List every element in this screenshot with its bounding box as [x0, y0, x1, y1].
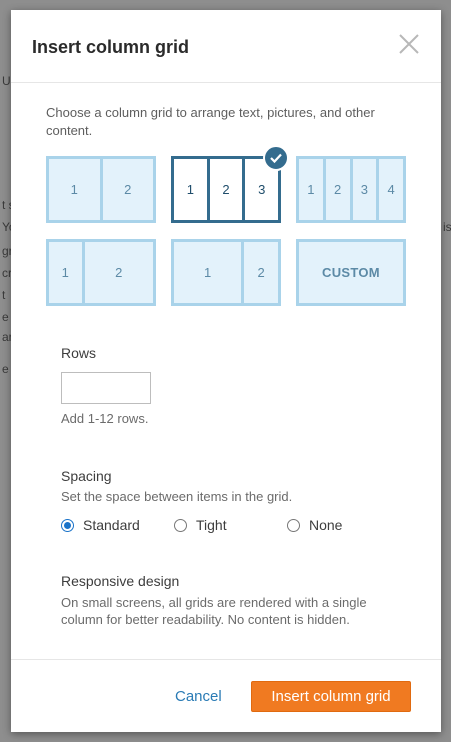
background-text: is [443, 220, 451, 234]
grid-option-custom[interactable]: CUSTOM [296, 239, 406, 306]
background-text: e [2, 362, 9, 376]
grid-option-2-columns[interactable]: 1 2 [46, 156, 156, 223]
rows-hint: Add 1-12 rows. [61, 411, 149, 426]
spacing-none-radio[interactable]: None [287, 517, 342, 533]
grid-column: 4 [387, 182, 395, 197]
grid-column: 2 [115, 265, 123, 280]
grid-column: 2 [257, 265, 265, 280]
grid-option-4-columns[interactable]: 1 2 3 4 [296, 156, 406, 223]
grid-column: 1 [299, 159, 326, 220]
grid-option-wide-narrow[interactable]: 1 2 [171, 239, 281, 306]
grid-column: 1 [174, 242, 245, 303]
grid-column: 1 [49, 242, 85, 303]
custom-grid-label: CUSTOM [322, 265, 380, 280]
radio-label: None [309, 517, 343, 533]
grid-option-3-columns[interactable]: 1 2 3 [171, 156, 281, 223]
dialog-intro: Choose a column grid to arrange text, pi… [46, 105, 375, 138]
rows-label: Rows [61, 345, 97, 361]
radio-label: Standard [83, 517, 140, 533]
grid-column: 2 [124, 182, 132, 197]
checkmark-icon [270, 153, 282, 164]
spacing-tight-radio[interactable]: Tight [174, 517, 227, 533]
insert-column-grid-dialog: Insert column grid Choose a column grid … [11, 10, 441, 732]
spacing-standard-radio[interactable]: Standard [61, 517, 140, 533]
selected-check-badge [263, 145, 289, 171]
responsive-label: Responsive design [61, 573, 180, 589]
close-button[interactable] [397, 32, 421, 56]
spacing-hint: Set the space between items in the grid. [61, 489, 293, 504]
responsive-hint: On small screens, all grids are rendered… [61, 595, 367, 627]
grid-column: 2 [326, 159, 353, 220]
radio-label: Tight [196, 517, 227, 533]
grid-option-narrow-wide[interactable]: 1 2 [46, 239, 156, 306]
dialog-title: Insert column grid [32, 37, 190, 57]
radio-dot [174, 518, 187, 532]
background-text: t [2, 288, 6, 302]
grid-column: 2 [210, 159, 246, 220]
cancel-button[interactable]: Cancel [175, 688, 222, 705]
spacing-label: Spacing [61, 468, 112, 484]
background-text: e [2, 310, 9, 324]
grid-column: 1 [49, 159, 103, 220]
grid-column: 3 [353, 159, 380, 220]
radio-dot [287, 518, 300, 532]
rows-input[interactable] [61, 372, 151, 404]
insert-column-grid-button[interactable]: Insert column grid [251, 681, 411, 712]
radio-dot [61, 518, 74, 532]
grid-column: 1 [174, 159, 210, 220]
close-icon [399, 34, 419, 54]
dialog-header: Insert column grid [11, 10, 441, 83]
